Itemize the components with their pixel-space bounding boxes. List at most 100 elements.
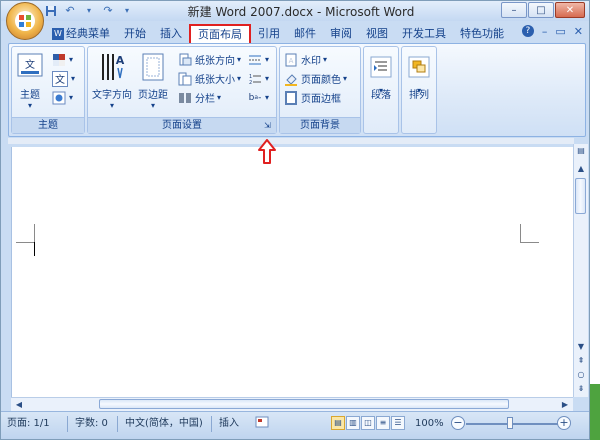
scroll-down-icon[interactable]: ▼	[574, 340, 588, 354]
orientation-button[interactable]: 纸张方向 ▾	[178, 51, 241, 68]
language-indicator[interactable]: 中文(简体，中国)	[125, 416, 203, 432]
doc-close-button[interactable]: ✕	[574, 25, 583, 38]
print-layout-view-icon[interactable]: ▤	[331, 416, 345, 430]
paragraph-icon	[367, 51, 395, 83]
macro-record-icon[interactable]	[255, 416, 269, 432]
watermark-icon: A	[284, 53, 298, 67]
page-setup-group-label: 页面设置	[88, 117, 276, 133]
vertical-scrollbar[interactable]: ▤ ▲ ▼ ⇞ ○ ⇟	[573, 144, 588, 397]
customize-qat-icon[interactable]: ▾	[119, 3, 135, 18]
horizontal-scrollbar[interactable]: ◀ ▶	[11, 397, 573, 411]
redo-icon[interactable]: ↷	[100, 3, 116, 18]
margins-icon	[139, 51, 167, 83]
page-color-button[interactable]: 页面颜色 ▾	[284, 70, 347, 87]
insert-mode-indicator[interactable]: 插入	[219, 416, 239, 432]
chevron-down-icon: ▾	[150, 101, 155, 110]
page-color-icon	[284, 72, 298, 86]
tab-classic-menu[interactable]: W 经典菜单	[45, 24, 117, 43]
status-bar: 页面: 1/1 字数: 0 中文(简体，中国) 插入 ▤ ▥ ◫ ≡ ☰ 100…	[1, 411, 589, 439]
tab-mailings[interactable]: 邮件	[287, 24, 323, 43]
doc-restore-button[interactable]: ▭	[555, 25, 565, 38]
margin-corner-mark	[16, 224, 35, 243]
customize-qat-icon[interactable]: ▾	[81, 3, 97, 18]
outline-view-icon[interactable]: ≡	[376, 416, 390, 430]
page-setup-dialog-launcher-icon[interactable]: ⇲	[264, 121, 273, 130]
desktop-background-strip	[590, 384, 600, 440]
scroll-right-icon[interactable]: ▶	[559, 398, 571, 411]
theme-effects-button[interactable]: ▾	[52, 89, 73, 106]
horizontal-scroll-thumb[interactable]	[99, 399, 509, 409]
hyphenation-button[interactable]: b a - ▾	[248, 89, 269, 106]
help-icon[interactable]: ?	[521, 25, 534, 37]
theme-colors-icon	[52, 53, 66, 67]
draft-view-icon[interactable]: ☰	[391, 416, 405, 430]
size-button[interactable]: 纸张大小 ▾	[178, 70, 241, 87]
tab-home[interactable]: 开始	[117, 24, 153, 43]
next-page-icon[interactable]: ⇟	[574, 382, 588, 396]
theme-colors-button[interactable]: ▾	[52, 51, 73, 68]
tab-insert[interactable]: 插入	[153, 24, 189, 43]
line-numbers-button[interactable]: 1 2 ▾	[248, 70, 269, 87]
text-direction-button[interactable]: A 文字方向 ▾	[92, 51, 132, 110]
office-button[interactable]	[6, 2, 44, 40]
zoom-level[interactable]: 100%	[415, 416, 444, 432]
full-screen-reading-view-icon[interactable]: ▥	[346, 416, 360, 430]
tab-review[interactable]: 审阅	[323, 24, 359, 43]
classic-menu-icon: W	[52, 28, 64, 40]
svg-text:A: A	[116, 54, 125, 67]
minimize-button[interactable]: –	[501, 2, 527, 18]
breaks-icon	[248, 53, 262, 67]
zoom-in-button[interactable]: +	[557, 416, 571, 430]
web-layout-view-icon[interactable]: ◫	[361, 416, 375, 430]
columns-button[interactable]: 分栏 ▾	[178, 89, 221, 106]
scroll-up-icon[interactable]: ▲	[574, 162, 588, 176]
margin-corner-mark	[520, 224, 539, 243]
undo-icon[interactable]: ↶	[62, 3, 78, 18]
office-logo-icon	[15, 11, 35, 31]
theme-group-label: 主题	[12, 117, 84, 133]
tab-page-layout[interactable]: 页面布局	[189, 24, 251, 45]
margins-button[interactable]: 页边距 ▾	[138, 51, 168, 110]
previous-page-icon[interactable]: ⇞	[574, 354, 588, 368]
ribbon-window-controls: ? – ▭ ✕	[521, 25, 583, 38]
chevron-down-icon: ▾	[109, 101, 114, 110]
line-numbers-icon: 12	[248, 72, 262, 86]
tab-developer[interactable]: 开发工具	[395, 24, 453, 43]
paragraph-group: ▾ 段落	[363, 46, 399, 134]
svg-text:2: 2	[249, 80, 252, 86]
document-page[interactable]	[11, 147, 574, 397]
desktop-background	[590, 0, 600, 440]
page-count[interactable]: 页面: 1/1	[7, 416, 50, 432]
ribbon-tabs: W 经典菜单 开始 插入 页面布局 引用 邮件 审阅 视图 开发工具 特色功能	[45, 24, 511, 45]
arrange-group-label: 排列	[409, 90, 429, 101]
ruler-toggle-icon[interactable]: ▤	[574, 144, 588, 158]
watermark-button[interactable]: A 水印 ▾	[284, 51, 327, 68]
arrange-icon	[405, 51, 433, 83]
arrange-group: ▾ 排列	[401, 46, 437, 134]
zoom-out-button[interactable]: −	[451, 416, 465, 430]
theme-fonts-button[interactable]: 文 ▾	[52, 70, 75, 87]
annotation-arrow-icon	[258, 139, 276, 164]
maximize-button[interactable]: □	[528, 2, 554, 18]
doc-minimize-button[interactable]: –	[542, 25, 548, 38]
close-button[interactable]: ✕	[555, 2, 585, 18]
window-controls: – □ ✕	[501, 2, 585, 18]
themes-button[interactable]: 文 主题 ▾	[16, 51, 44, 110]
word-count[interactable]: 字数: 0	[75, 416, 108, 432]
window-title: 新建 Word 2007.docx - Microsoft Word	[187, 5, 415, 19]
save-icon[interactable]	[43, 3, 59, 18]
zoom-slider-thumb[interactable]	[507, 417, 513, 429]
breaks-button[interactable]: ▾	[248, 51, 269, 68]
tab-special-features[interactable]: 特色功能	[453, 24, 511, 43]
page-borders-button[interactable]: 页面边框	[284, 89, 341, 106]
tab-references[interactable]: 引用	[251, 24, 287, 43]
tab-view[interactable]: 视图	[359, 24, 395, 43]
vertical-scroll-thumb[interactable]	[575, 178, 586, 214]
scroll-left-icon[interactable]: ◀	[13, 398, 25, 411]
browse-object-icon[interactable]: ○	[574, 368, 588, 382]
hyphenation-icon: ba-	[248, 92, 262, 103]
page-setup-group: A 文字方向 ▾ 页边距 ▾ 纸张方向 ▾ 纸张大小 ▾ 分栏 ▾ ▾ 1 2 …	[87, 46, 277, 134]
text-cursor	[34, 242, 35, 256]
title-bar: ↶ ▾ ↷ ▾ 新建 Word 2007.docx - Microsoft Wo…	[1, 1, 589, 21]
chevron-down-icon: ▾	[27, 101, 32, 110]
